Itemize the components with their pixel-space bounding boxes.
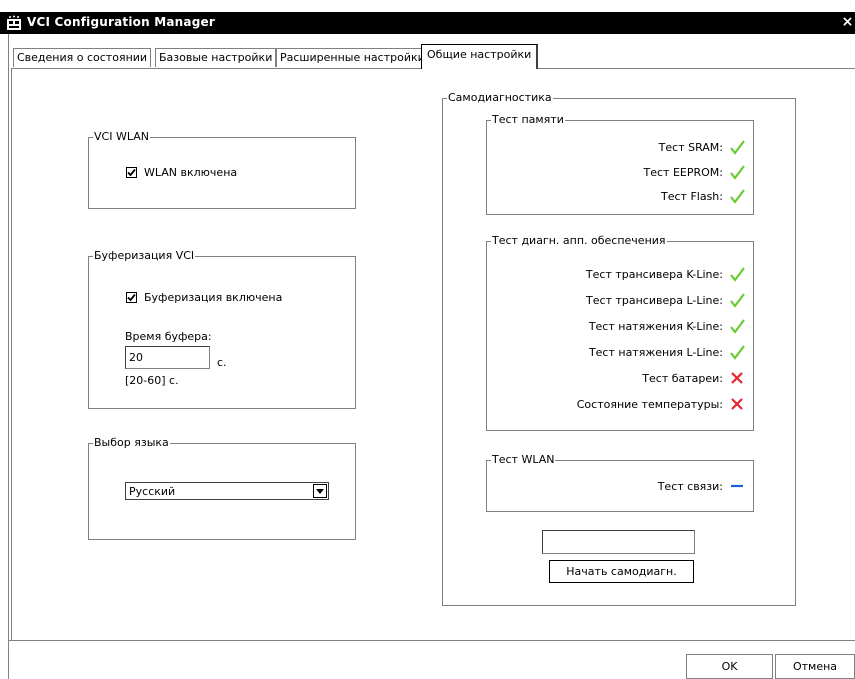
buffer-time-label: Время буфера: xyxy=(125,330,212,343)
test-label: Тест натяжения K-Line: xyxy=(588,319,723,333)
test-row: Тест натяжения K-Line: xyxy=(589,318,745,334)
app-icon xyxy=(6,15,22,31)
selfdiag-group-label: Самодиагностика xyxy=(447,91,553,104)
memory-test-group: Тест памяти Тест SRAM: Тест EEPROM: Тест… xyxy=(486,113,754,215)
language-group-label: Выбор языка xyxy=(93,436,170,449)
pass-check-icon xyxy=(730,140,745,155)
test-label: Тест натяжения L-Line: xyxy=(588,345,723,359)
test-row: Тест SRAM: xyxy=(659,139,745,155)
pass-check-icon xyxy=(730,189,745,204)
test-row: Тест трансивера K-Line: xyxy=(586,266,745,282)
cancel-button[interactable]: Отмена xyxy=(775,654,855,679)
start-selfdiag-button[interactable]: Начать самодиагн. xyxy=(549,560,694,583)
language-group: Выбор языка Русский xyxy=(88,436,356,540)
chevron-down-icon[interactable] xyxy=(313,484,327,498)
test-label: Тест EEPROM: xyxy=(643,165,723,179)
wlan-test-group: Тест WLAN Тест связи: xyxy=(486,453,754,512)
pass-check-icon xyxy=(730,267,745,282)
buffering-enabled-checkbox[interactable] xyxy=(126,292,137,303)
language-select[interactable]: Русский xyxy=(125,482,329,500)
not-run-dash-icon xyxy=(731,484,743,488)
fail-cross-icon xyxy=(731,398,743,410)
tab-status-info[interactable]: Сведения о состоянии xyxy=(13,48,152,67)
test-row: Тест натяжения L-Line: xyxy=(589,344,745,360)
buffering-enabled-row[interactable]: Буферизация включена xyxy=(126,291,282,304)
tab-advanced-settings[interactable]: Расширенные настройки xyxy=(276,48,429,67)
test-row: Тест Flash: xyxy=(661,188,745,204)
test-row: Тест EEPROM: xyxy=(644,164,745,180)
buffering-group: Буферизация VCI Буферизация включена Вре… xyxy=(88,249,356,409)
wlan-enabled-label: WLAN включена xyxy=(144,166,238,179)
test-label: Состояние температуры: xyxy=(576,397,723,411)
hardware-test-group: Тест диагн. апп. обеспечения Тест транси… xyxy=(486,234,754,431)
selfdiag-result-field[interactable] xyxy=(542,530,695,554)
tab-general-settings[interactable]: Общие настройки xyxy=(421,44,539,69)
hardware-test-group-label: Тест диагн. апп. обеспечения xyxy=(491,234,667,247)
buffer-time-range: [20-60] с. xyxy=(125,374,179,387)
test-row: Тест батареи: xyxy=(642,370,745,386)
footer-separator xyxy=(8,640,855,641)
test-label: Тест трансивера L-Line: xyxy=(586,293,723,307)
fail-cross-icon xyxy=(731,372,743,384)
buffering-enabled-label: Буферизация включена xyxy=(144,291,283,304)
ok-button[interactable]: OK xyxy=(686,654,773,679)
test-label: Тест Flash: xyxy=(661,189,723,203)
pass-check-icon xyxy=(730,293,745,308)
test-row: Тест трансивера L-Line: xyxy=(586,292,745,308)
buffer-time-input[interactable]: 20 xyxy=(125,346,210,369)
pass-check-icon xyxy=(730,319,745,334)
wlan-enabled-row[interactable]: WLAN включена xyxy=(126,166,237,179)
test-label: Тест трансивера K-Line: xyxy=(585,267,723,281)
close-button[interactable]: × xyxy=(840,13,855,32)
buffering-group-label: Буферизация VCI xyxy=(93,249,196,262)
buffer-time-unit: с. xyxy=(217,356,227,369)
wlan-group-label: VCI WLAN xyxy=(93,130,150,143)
memory-test-group-label: Тест памяти xyxy=(491,113,565,126)
pass-check-icon xyxy=(730,165,745,180)
tab-basic-settings[interactable]: Базовые настройки xyxy=(155,48,277,67)
test-label: Тест батареи: xyxy=(642,371,723,385)
window-title: VCI Configuration Manager xyxy=(27,15,215,29)
pass-check-icon xyxy=(730,345,745,360)
checkmark-icon xyxy=(127,168,136,177)
test-label: Тест связи: xyxy=(657,479,723,493)
wlan-test-group-label: Тест WLAN xyxy=(491,453,556,466)
test-label: Тест SRAM: xyxy=(658,140,723,154)
wlan-enabled-checkbox[interactable] xyxy=(126,167,137,178)
wlan-group: VCI WLAN WLAN включена xyxy=(88,130,356,209)
title-bar: VCI Configuration Manager × xyxy=(0,12,855,34)
selfdiag-group: Самодиагностика Тест памяти Тест SRAM: Т… xyxy=(442,91,796,606)
language-selected-value: Русский xyxy=(129,485,176,498)
test-row: Состояние температуры: xyxy=(577,396,745,412)
checkmark-icon xyxy=(127,293,136,302)
test-row: Тест связи: xyxy=(658,478,745,494)
